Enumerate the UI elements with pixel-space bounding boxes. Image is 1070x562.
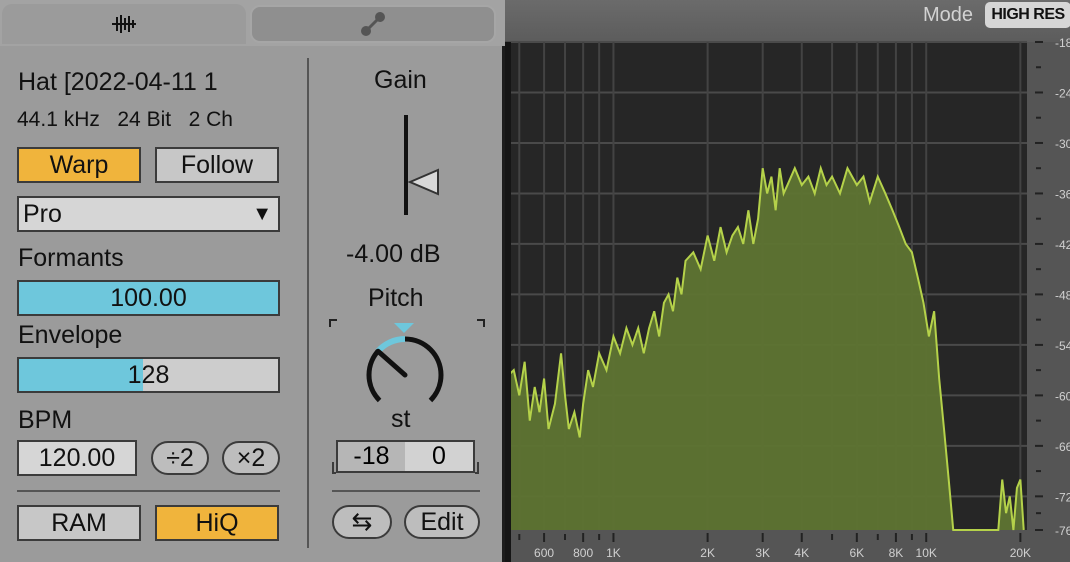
warp-toggle[interactable]: Warp	[17, 147, 141, 183]
x-tick-label: 600	[534, 546, 554, 560]
spectrum-chart: -18 -24 -30 -36 -42 -48 -54 -60 -66 -72 -76 600 800 1…	[505, 36, 1070, 562]
divider	[17, 490, 280, 492]
gain-fader-handle[interactable]	[408, 167, 442, 197]
bpm-label: BPM	[18, 406, 73, 434]
column-divider	[307, 58, 309, 548]
x-tick-label: 10K	[916, 546, 937, 560]
swap-button[interactable]: ⇆	[332, 505, 392, 539]
transpose-coarse-value: -18	[353, 442, 390, 470]
gain-label: Gain	[374, 66, 427, 94]
knob-needle	[375, 348, 408, 378]
y-tick-label: -54	[1055, 339, 1070, 353]
pitch-label: Pitch	[368, 284, 424, 312]
formants-value: 100.00	[110, 283, 187, 312]
bpm-value: 120.00	[38, 443, 116, 472]
y-tick-label: -66	[1055, 440, 1070, 454]
y-tick-label: -72	[1055, 490, 1070, 504]
swap-icon: ⇆	[351, 508, 373, 536]
y-tick-label: -30	[1055, 137, 1070, 151]
hiq-label: HiQ	[195, 508, 239, 537]
x-tick-label: 6K	[849, 546, 864, 560]
ram-toggle[interactable]: RAM	[17, 505, 141, 541]
x-tick-label: 8K	[889, 546, 904, 560]
warp-mode-value: Pro	[23, 199, 62, 228]
double-tempo-button[interactable]: ×2	[222, 441, 280, 475]
y-tick-label: -36	[1055, 187, 1070, 201]
sample-info: 44.1 kHz 24 Bit 2 Ch	[17, 108, 233, 131]
bracket-left	[332, 462, 336, 474]
semitone-unit-label: st	[391, 405, 411, 433]
transpose-fields: -18 0	[332, 440, 480, 475]
edit-button[interactable]: Edit	[404, 505, 480, 539]
follow-toggle[interactable]: Follow	[155, 147, 279, 183]
y-tick-label: -76	[1055, 524, 1070, 538]
follow-label: Follow	[180, 150, 254, 179]
envelope-slider[interactable]: 128	[17, 357, 280, 393]
bracket-right	[475, 462, 479, 474]
pitch-knob[interactable]	[325, 315, 490, 410]
clip-view-panel: Hat [2022-04-11 1 44.1 kHz 24 Bit 2 Ch W…	[0, 0, 505, 562]
tab-sample[interactable]	[2, 4, 246, 44]
x-tick-label: 1K	[606, 546, 621, 560]
x-tick-label: 4K	[794, 546, 809, 560]
edit-label: Edit	[420, 507, 464, 536]
halve-tempo-button[interactable]: ÷2	[151, 441, 209, 475]
double-tempo-label: ×2	[236, 443, 266, 472]
x-tick-label: 3K	[755, 546, 770, 560]
panel-shadow	[505, 42, 511, 562]
warp-mode-select[interactable]: Pro ▼	[17, 196, 280, 232]
tab-envelopes[interactable]	[250, 5, 496, 43]
formants-slider[interactable]: 100.00	[17, 280, 280, 316]
y-tick-label: -42	[1055, 238, 1070, 252]
transpose-fine-value: 0	[432, 442, 446, 470]
spectrum-analyzer: Mode HIGH RES -18 -24 -30 -36 -42 -48 -54 -60 -6…	[505, 0, 1070, 562]
x-tick-label: 800	[573, 546, 593, 560]
waveform-icon	[112, 15, 136, 33]
clip-name: Hat [2022-04-11 1	[18, 68, 218, 96]
knob-corner-left	[329, 319, 337, 327]
ram-label: RAM	[51, 508, 107, 537]
chevron-down-icon: ▼	[252, 202, 272, 225]
hiq-toggle[interactable]: HiQ	[155, 505, 279, 541]
knob-value-arc	[375, 336, 406, 354]
transpose-coarse-field[interactable]: -18	[336, 440, 405, 473]
knob-center-marker	[394, 323, 414, 333]
y-tick-label: -18	[1055, 36, 1070, 50]
knob-corner-right	[477, 319, 485, 327]
halve-tempo-label: ÷2	[166, 443, 194, 472]
gain-fader-track[interactable]	[404, 115, 408, 215]
warp-label: Warp	[49, 150, 109, 179]
y-tick-label: -48	[1055, 288, 1070, 302]
envelope-value: 128	[127, 360, 170, 389]
y-tick-label: -60	[1055, 389, 1070, 403]
bpm-field[interactable]: 120.00	[17, 440, 137, 476]
y-tick-label: -24	[1055, 86, 1070, 100]
envelope-node-icon	[361, 12, 385, 36]
divider	[332, 490, 480, 492]
x-tick-label: 20K	[1010, 546, 1031, 560]
formants-label: Formants	[18, 244, 124, 272]
gain-value: -4.00 dB	[346, 240, 441, 268]
transpose-fine-field[interactable]: 0	[405, 440, 475, 473]
envelope-label: Envelope	[18, 321, 123, 349]
x-tick-label: 2K	[700, 546, 715, 560]
